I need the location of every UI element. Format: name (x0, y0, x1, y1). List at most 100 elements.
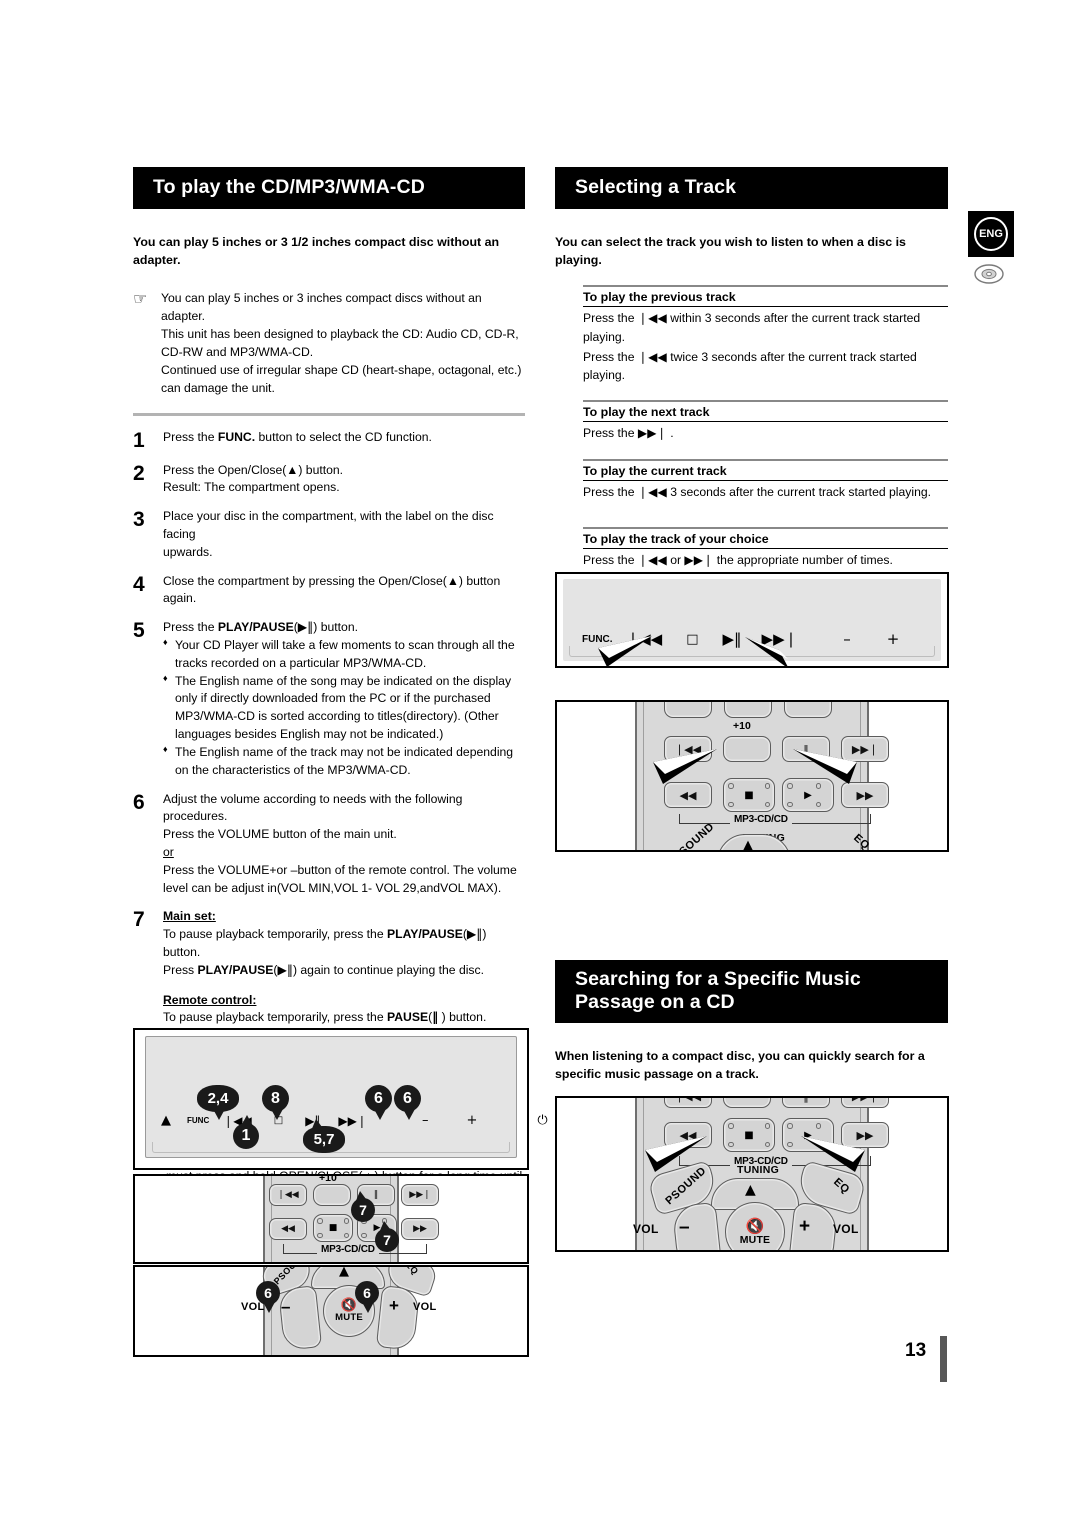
remote-stop-icon: ■ (328, 1223, 338, 1233)
step-line: Adjust the volume according to needs wit… (163, 791, 463, 824)
step-line: Press PLAY/PAUSE(▶‖) again to continue p… (163, 962, 484, 977)
step-line: level can be adjust in(VOL MIN,VOL 1- VO… (163, 880, 502, 895)
tuning-up-icon: ▲ (339, 1265, 349, 1279)
block-previous-track: To play the previous track Press the ❘◀◀… (583, 285, 948, 384)
figure-remote-transport-left: +10 ❘◀◀ ‖ ▶▶❘ ◀◀ ■ ▶ ▶▶ MP3-CD/CD 7 7 (133, 1174, 529, 1264)
divider (133, 412, 525, 416)
callout-7-play: 7 (375, 1221, 399, 1252)
callout-6-plus: 6 (394, 1085, 421, 1120)
remote-control-label: Remote control: (163, 992, 257, 1007)
mode-label: MP3-CD/CD (317, 1244, 379, 1255)
figure-remote-volume-left: PSOUND EQ ▲ 🔇 MUTE VOL – + VOL 6 6 (133, 1265, 529, 1357)
callout-2-4: 2,4 (197, 1085, 239, 1120)
hand-note-text: You can play 5 inches or 3 inches compac… (161, 289, 525, 397)
heading-line-1: Searching for a Specific Music (575, 967, 861, 990)
section-heading-selecting-track: Selecting a Track (555, 167, 948, 209)
callout-6-vol-up: 6 (355, 1281, 379, 1313)
step-2: 2 Press the Open/Close(▲) button. Result… (133, 462, 525, 498)
left-lead-text: You can play 5 inches or 3 1/2 inches co… (133, 235, 500, 267)
step-line-or: or (163, 844, 174, 859)
figure-remote-transport: +10 ❘◀◀ ‖ ▶▶❘ ◀◀ ■ ▶ ▶▶ MP3-CD/CD PSOUND… (555, 700, 949, 852)
remote-ff-button[interactable]: ▶▶ (401, 1218, 439, 1240)
remote-pointer-wedges (653, 749, 857, 784)
step-text: Adjust the volume according to needs wit… (163, 791, 525, 898)
step-line: again. (163, 591, 197, 606)
remote-prev-button[interactable]: ❘◀◀ (269, 1184, 307, 1206)
hand-note-line: CD-RW and MP3/WMA-CD. (161, 345, 314, 360)
step-number: 5 (133, 619, 145, 643)
step-line: Press the PLAY/PAUSE(▶‖) button. (163, 620, 358, 635)
vol-label-right: VOL (413, 1301, 437, 1313)
heading-line-2: Passage on a CD (575, 990, 735, 1013)
bullet: The English name of the track may not be… (163, 743, 525, 780)
step-line: upwards. (163, 544, 213, 559)
step-line: Press the Open/Close(▲) button. (163, 462, 344, 477)
func-button-label[interactable]: FUNC (187, 1116, 209, 1125)
step-text: Press the Open/Close(▲) button. Result: … (163, 462, 343, 498)
power-button-icon[interactable]: ⏻ (537, 1113, 547, 1128)
remote-next-button[interactable]: ▶▶❘ (401, 1184, 439, 1206)
bullet: Your CD Player will take a few moments t… (163, 636, 525, 673)
hand-note-line: Continued use of irregular shape CD (hea… (161, 363, 522, 378)
block-line: Press the ❘◀◀ 3 seconds after the curren… (583, 484, 932, 499)
figure-main-unit-panel: FUNC. ❘◀◀ □ ▶‖ ▶▶❘ – + (555, 572, 949, 668)
step-number: 6 (133, 790, 145, 814)
pointing-hand-icon: ☞ (133, 289, 148, 309)
step-text: Press the FUNC. button to select the CD … (163, 429, 432, 444)
step-number: 3 (133, 508, 145, 532)
callout-5-7: 5,7 (303, 1119, 345, 1153)
page-edge-bar (940, 1336, 947, 1382)
hand-note-line: This unit has been designed to playback … (161, 327, 519, 342)
hand-note-line: You can play 5 inches or 3 inches compac… (161, 291, 482, 324)
block-line: Press the ❘◀◀ or ▶▶❘ the appropriate num… (583, 553, 893, 567)
step-text: Close the compartment by pressing the Op… (163, 573, 500, 609)
page-number: 13 (905, 1340, 927, 1361)
step-line: Press the VOLUME+or –button of the remot… (163, 862, 517, 877)
block-current-track: To play the current track Press the ❘◀◀ … (583, 458, 948, 501)
volume-up-button-icon[interactable]: + (466, 1113, 477, 1128)
block-line: Press the ❘◀◀ twice 3 seconds after the … (583, 349, 917, 383)
step-line: Press the VOLUME button of the main unit… (163, 827, 397, 842)
right-lead2-text: When listening to a compact disc, you ca… (555, 1048, 925, 1081)
remote-blank-button[interactable] (313, 1184, 351, 1206)
step-line: Result: The compartment opens. (163, 480, 340, 495)
manual-page: To play the CD/MP3/WMA-CD You can play 5… (0, 0, 1080, 1527)
callout-6-vol-down: 6 (256, 1281, 280, 1313)
block-title: To play the track of your choice (583, 527, 948, 549)
disc-icon (974, 264, 1004, 284)
open-close-button-icon[interactable]: ▲ (161, 1113, 171, 1128)
step-number: 4 (133, 572, 145, 596)
bullet: The English name of the song may be indi… (163, 672, 525, 744)
step-line: To pause playback temporarily, press the… (163, 1010, 487, 1025)
main-set-label: Main set: (163, 909, 216, 924)
figure-remote-volume: ❘◀◀ ‖ ▶▶❘ ◀◀ ■ ▶ ▶▶ MP3-CD/CD PSOUND EQ (555, 1096, 949, 1252)
step-text: Main set: To pause playback temporarily,… (163, 908, 525, 1045)
figure-main-unit-front: ▲ FUNC ❘◀◀ □ ▶‖ ▶▶❘ – + ⏻ 2,4 1 8 5,7 6 … (133, 1028, 548, 1170)
volume-down-button-icon[interactable]: – (422, 1113, 429, 1128)
remote-rewind-button[interactable]: ◀◀ (269, 1218, 307, 1240)
step-line: To pause playback temporarily, press the… (163, 927, 487, 959)
block-line: Press the ▶▶❘ . (583, 426, 674, 441)
step-6: 6 Adjust the volume according to needs w… (133, 791, 525, 898)
mute-label: MUTE (335, 1312, 363, 1323)
block-title: To play the current track (583, 458, 948, 481)
plus-ten-label: +10 (319, 1174, 337, 1184)
block-title: To play the next track (583, 400, 948, 423)
step-number: 1 (133, 428, 145, 452)
panel-pointer-wedges (598, 636, 788, 666)
mute-icon: 🔇 (340, 1298, 358, 1313)
steps-list: 1 Press the FUNC. button to select the C… (133, 429, 525, 1079)
step-text: Press the PLAY/PAUSE(▶‖) button. Your CD… (163, 619, 525, 779)
block-next-track: To play the next track Press the ▶▶❘ . (583, 400, 948, 442)
step-line: Close the compartment by pressing the Op… (163, 573, 501, 588)
callout-8: 8 (262, 1085, 289, 1120)
step-7: 7 Main set: To pause playback temporaril… (133, 908, 525, 1045)
hand-note-line: can damage the unit. (161, 381, 275, 396)
step-5-bullets: Your CD Player will take a few moments t… (163, 636, 525, 780)
remote-stop-pad[interactable]: ■ (313, 1214, 353, 1242)
step-text: Place your disc in the compartment, with… (163, 508, 525, 561)
volume-minus-sign: – (281, 1297, 291, 1316)
next-track-button-icon[interactable]: ▶▶❘ (338, 1114, 367, 1128)
right-lead-text: You can select the track you wish to lis… (555, 235, 906, 267)
callout-6-minus: 6 (365, 1085, 392, 1120)
